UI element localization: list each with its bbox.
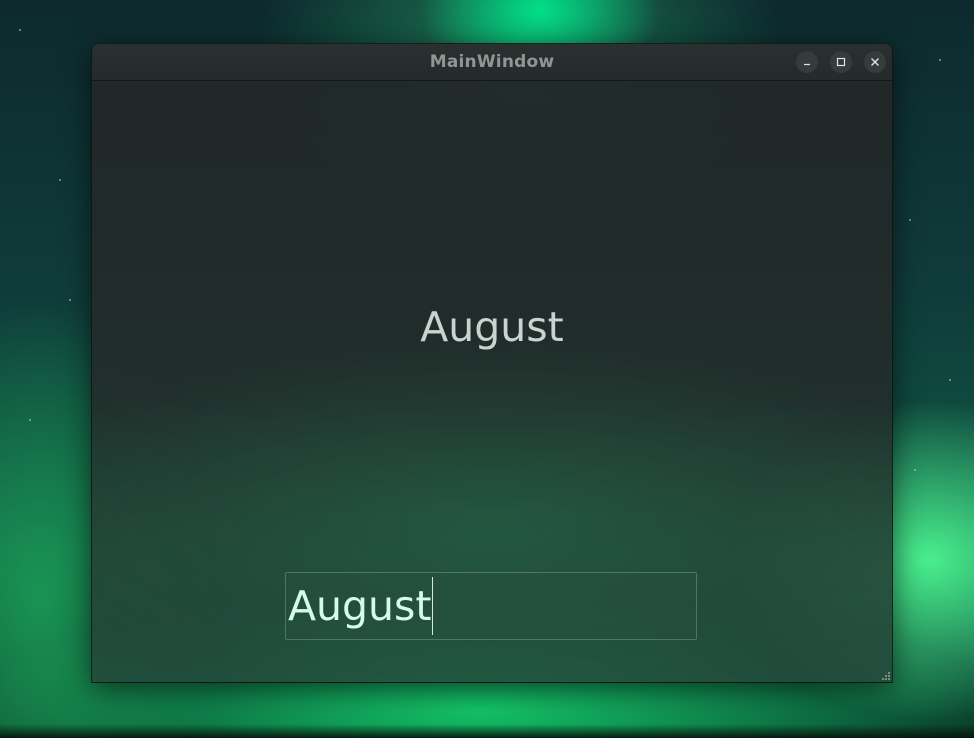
window-titlebar[interactable]: MainWindow — [92, 44, 892, 81]
window-title: MainWindow — [429, 52, 555, 72]
month-input[interactable]: August — [285, 572, 697, 640]
text-caret — [432, 577, 434, 635]
minimize-button[interactable] — [796, 51, 818, 73]
desktop-background: MainWindow August August — [0, 0, 974, 738]
window-content: August August — [92, 81, 892, 682]
main-window: MainWindow August August — [91, 43, 893, 683]
month-label: August — [420, 303, 564, 351]
resize-grip-icon[interactable] — [879, 669, 891, 681]
maximize-icon — [836, 57, 846, 67]
close-icon — [871, 58, 879, 66]
wallpaper-treeline — [0, 724, 974, 738]
window-controls — [796, 51, 886, 73]
minimize-icon — [804, 63, 810, 66]
month-input-value: August — [288, 581, 432, 630]
close-button[interactable] — [864, 51, 886, 73]
maximize-button[interactable] — [830, 51, 852, 73]
